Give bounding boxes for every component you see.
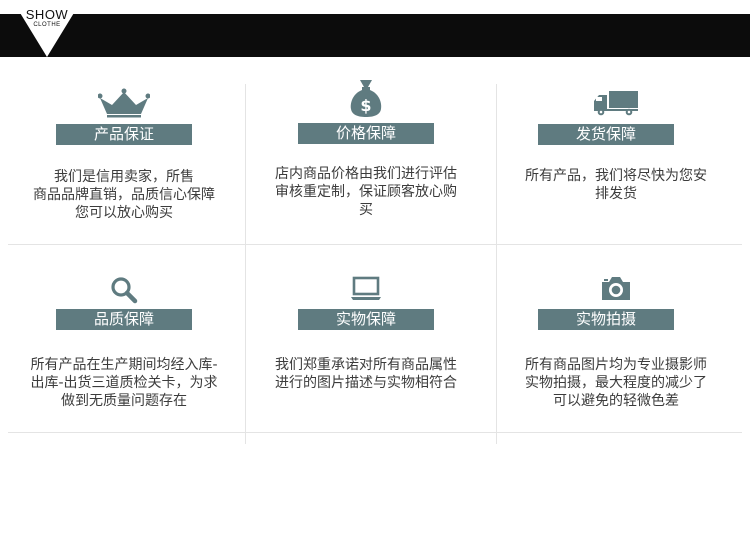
desc-line: 进行的图片描述与实物相符合 [275, 375, 457, 391]
desc-line: 做到无质量问题存在 [61, 393, 187, 409]
desc-line: 审核重定制，保证顾客放心购 [275, 184, 457, 200]
desc-line: 实物拍摄，最大程度的减少了 [525, 375, 707, 391]
desc-line: 可以避免的轻微色差 [553, 393, 679, 409]
feature-title: 实物拍摄 [538, 309, 674, 330]
row-divider-bottom [8, 432, 742, 433]
desc-line: 所有产品在生产期间均经入库- [30, 357, 218, 373]
feature-title: 品质保障 [56, 309, 192, 330]
feature-description: 所有商品图片均为专业摄影师 实物拍摄，最大程度的减少了 可以避免的轻微色差 [496, 356, 736, 410]
feature-title: 产品保证 [56, 124, 192, 145]
desc-line: 商品品牌直销，品质信心保障 [33, 187, 215, 203]
feature-title: 实物保障 [298, 309, 434, 330]
desc-line: 您可以放心购买 [75, 205, 173, 221]
desc-line: 我们是信用卖家，所售 [54, 169, 194, 185]
desc-line: 买 [359, 202, 373, 218]
desc-line: 所有产品，我们将尽快为您安 [525, 168, 707, 184]
feature-title: 发货保障 [538, 124, 674, 145]
feature-title: 价格保障 [298, 123, 434, 144]
desc-line: 所有商品图片均为专业摄影师 [525, 357, 707, 373]
desc-line: 店内商品价格由我们进行评估 [275, 166, 457, 182]
feature-description: 我们郑重承诺对所有商品属性 进行的图片描述与实物相符合 [246, 356, 486, 392]
desc-line: 排发货 [595, 186, 637, 202]
feature-description: 我们是信用卖家，所售 商品品牌直销，品质信心保障 您可以放心购买 [4, 168, 244, 222]
header-bar [0, 14, 750, 57]
feature-description: 所有产品在生产期间均经入库- 出库-出货三道质检关卡，为求 做到无质量问题存在 [4, 356, 244, 410]
feature-description: 店内商品价格由我们进行评估 审核重定制，保证顾客放心购 买 [246, 165, 486, 219]
money-bag-icon: $ [246, 78, 486, 122]
logo[interactable]: SHOW CLOTHE [14, 8, 80, 29]
desc-line: 我们郑重承诺对所有商品属性 [275, 357, 457, 373]
desc-line: 出库-出货三道质检关卡，为求 [30, 375, 218, 391]
row-divider [8, 244, 742, 245]
logo-sub-text: CLOTHE [33, 22, 61, 28]
logo-main-text: SHOW [25, 7, 69, 22]
svg-text:$: $ [360, 96, 371, 115]
feature-description: 所有产品，我们将尽快为您安 排发货 [496, 167, 736, 203]
